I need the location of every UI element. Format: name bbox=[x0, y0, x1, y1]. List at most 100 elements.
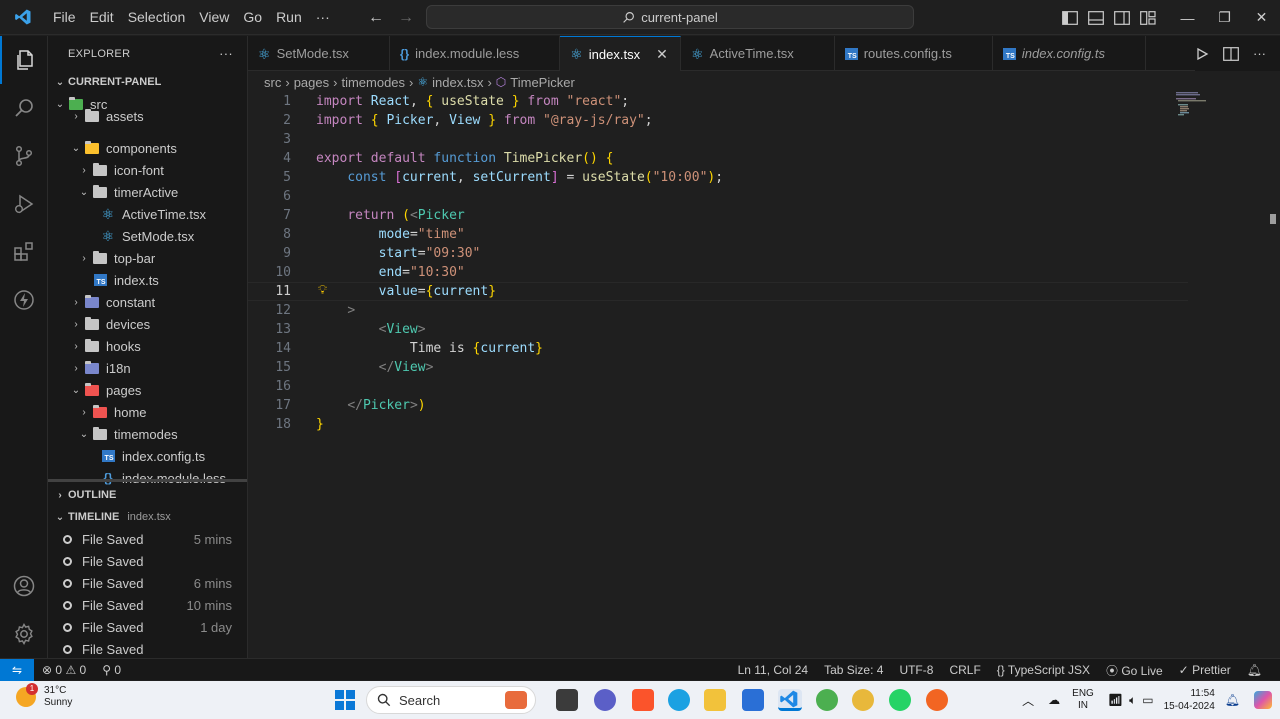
breadcrumb-timemodes[interactable]: timemodes bbox=[341, 75, 405, 90]
vscode-taskbar-icon[interactable] bbox=[778, 689, 802, 711]
chevron-up-icon[interactable]: ︿ bbox=[1022, 692, 1034, 709]
battery-icon[interactable]: ▭ bbox=[1142, 693, 1153, 707]
menu-run[interactable]: Run bbox=[269, 0, 309, 35]
menu-view[interactable]: View bbox=[192, 0, 236, 35]
code-line[interactable]: 16 bbox=[248, 377, 1188, 396]
code-line[interactable]: 12 > bbox=[248, 301, 1188, 320]
command-center[interactable]: current-panel bbox=[426, 5, 914, 29]
editor-tab[interactable]: {} index.module.less bbox=[390, 36, 561, 71]
language-indicator[interactable]: ENG IN bbox=[1072, 688, 1094, 712]
timeline-item[interactable]: File Saved 10 mins bbox=[48, 594, 247, 616]
breadcrumb-src[interactable]: src bbox=[264, 75, 281, 90]
code-line[interactable]: 18} bbox=[248, 415, 1188, 434]
search-icon[interactable] bbox=[0, 84, 48, 132]
tree-item[interactable]: TS index.config.ts bbox=[48, 445, 247, 467]
tree-item[interactable]: ⌄ pages bbox=[48, 379, 247, 401]
brave-browser-icon[interactable] bbox=[632, 689, 654, 711]
encoding[interactable]: UTF-8 bbox=[891, 663, 941, 677]
code-line[interactable]: 6 bbox=[248, 187, 1188, 206]
code-line[interactable]: 9 start="09:30" bbox=[248, 244, 1188, 263]
tree-item[interactable]: › home bbox=[48, 401, 247, 423]
tree-item[interactable]: › top-bar bbox=[48, 247, 247, 269]
notification-bell-icon[interactable]: 🔔︎ bbox=[1225, 693, 1240, 707]
accounts-icon[interactable] bbox=[0, 562, 48, 610]
line-endings[interactable]: CRLF bbox=[941, 663, 988, 677]
toggle-primary-sidebar-icon[interactable] bbox=[1057, 0, 1083, 35]
edge-browser-icon[interactable] bbox=[668, 689, 690, 711]
menu-file[interactable]: File bbox=[46, 0, 83, 35]
tree-item[interactable]: › devices bbox=[48, 313, 247, 335]
volume-icon[interactable]: 🔈︎ bbox=[1129, 693, 1136, 708]
editor-scrollbar-thumb[interactable] bbox=[1270, 214, 1276, 224]
tree-item[interactable]: ⌄ components bbox=[48, 137, 247, 159]
live-share-icon[interactable] bbox=[0, 276, 48, 324]
editor-tab[interactable]: ⚛ index.tsx ✕ bbox=[560, 36, 682, 71]
close-tab-icon[interactable]: ✕ bbox=[656, 46, 670, 63]
root-folder-row[interactable]: ⌄ CURRENT-PANEL bbox=[48, 71, 247, 93]
menu-go[interactable]: Go bbox=[236, 0, 269, 35]
menu-selection[interactable]: Selection bbox=[121, 0, 193, 35]
toggle-panel-icon[interactable] bbox=[1083, 0, 1109, 35]
task-view-icon[interactable] bbox=[556, 689, 578, 711]
back-arrow-icon[interactable]: ← bbox=[366, 9, 386, 27]
timeline-item[interactable]: File Saved bbox=[48, 550, 247, 572]
timeline-item[interactable]: File Saved 1 day bbox=[48, 616, 247, 638]
wifi-icon[interactable]: 📶︎ bbox=[1108, 693, 1123, 707]
sidebar-scrollbar[interactable] bbox=[48, 479, 247, 482]
notifications-bell-icon[interactable]: 🔔︎ bbox=[1239, 663, 1270, 677]
tree-item[interactable]: › hooks bbox=[48, 335, 247, 357]
code-line[interactable]: 10 end="10:30" bbox=[248, 263, 1188, 282]
code-line[interactable]: 15 </View> bbox=[248, 358, 1188, 377]
timeline-item[interactable]: File Saved 6 mins bbox=[48, 572, 247, 594]
outline-header[interactable]: › OUTLINE bbox=[48, 484, 247, 506]
code-editor[interactable]: 1 import React, { useState } from "react"… bbox=[248, 92, 1280, 658]
source-control-icon[interactable] bbox=[0, 132, 48, 180]
editor-tab[interactable]: ⚛ SetMode.tsx bbox=[248, 36, 390, 71]
taskbar-search[interactable]: Search bbox=[366, 686, 536, 714]
tree-item[interactable]: ⌄ timemodes bbox=[48, 423, 247, 445]
breadcrumb-file[interactable]: index.tsx bbox=[432, 75, 483, 90]
code-line[interactable]: 5 const [current, setCurrent] = useState… bbox=[248, 168, 1188, 187]
tree-item[interactable]: ⌄ timerActive bbox=[48, 181, 247, 203]
ports-indicator[interactable]: ⚲ 0 bbox=[94, 663, 129, 677]
code-line[interactable]: 1 import React, { useState } from "react"… bbox=[248, 92, 1188, 111]
explorer-more-button[interactable]: ··· bbox=[219, 46, 233, 61]
minimap[interactable] bbox=[1176, 92, 1216, 116]
code-line[interactable]: 8 mode="time" bbox=[248, 225, 1188, 244]
chrome-icon[interactable] bbox=[816, 689, 838, 711]
go-live-button[interactable]: ⦿ Go Live bbox=[1098, 662, 1171, 679]
code-line[interactable]: 17 </Picker>) bbox=[248, 396, 1188, 415]
tree-item[interactable]: › icon-font bbox=[48, 159, 247, 181]
code-line[interactable]: 2 import { Picker, View } from "@ray-js/r… bbox=[248, 111, 1188, 130]
editor-tab[interactable]: TS index.config.ts bbox=[993, 36, 1146, 71]
microsoft-store-icon[interactable] bbox=[742, 689, 764, 711]
tree-item[interactable]: › constant bbox=[48, 291, 247, 313]
more-actions-icon[interactable]: ··· bbox=[1253, 46, 1266, 61]
copilot-icon[interactable] bbox=[1254, 691, 1272, 709]
tree-item[interactable]: ⚛ ActiveTime.tsx bbox=[48, 203, 247, 225]
tree-item[interactable]: TS index.ts bbox=[48, 269, 247, 291]
menu-more[interactable]: ··· bbox=[309, 0, 337, 35]
code-line[interactable]: 14 Time is {current} bbox=[248, 339, 1188, 358]
manage-gear-icon[interactable] bbox=[0, 610, 48, 658]
tree-item[interactable]: ⚛ SetMode.tsx bbox=[48, 225, 247, 247]
cursor-position[interactable]: Ln 11, Col 24 bbox=[730, 663, 817, 677]
prettier-status[interactable]: ✓ Prettier bbox=[1171, 663, 1239, 677]
split-editor-icon[interactable] bbox=[1223, 46, 1239, 61]
explorer-icon[interactable] bbox=[0, 36, 48, 84]
timeline-item[interactable]: File Saved 5 mins bbox=[48, 528, 247, 550]
timeline-item[interactable]: File Saved bbox=[48, 638, 247, 658]
weather-widget[interactable]: 1 31°C Sunny bbox=[16, 683, 72, 709]
code-line[interactable]: 7 return (<Picker bbox=[248, 206, 1188, 225]
code-line[interactable]: 13 <View> bbox=[248, 320, 1188, 339]
minimize-icon[interactable]: — bbox=[1169, 0, 1206, 35]
extensions-icon[interactable] bbox=[0, 228, 48, 276]
tree-item[interactable]: › i18n bbox=[48, 357, 247, 379]
problems-indicator[interactable]: ⊗ 0 ⚠ 0 bbox=[34, 663, 94, 677]
chat-icon[interactable] bbox=[594, 689, 616, 711]
menu-edit[interactable]: Edit bbox=[83, 0, 121, 35]
editor-tab[interactable]: TS routes.config.ts bbox=[835, 36, 993, 71]
timeline-header[interactable]: ⌄ TIMELINE index.tsx bbox=[48, 506, 247, 528]
language-mode[interactable]: {} TypeScript JSX bbox=[989, 663, 1098, 677]
whatsapp-icon[interactable] bbox=[889, 689, 911, 711]
